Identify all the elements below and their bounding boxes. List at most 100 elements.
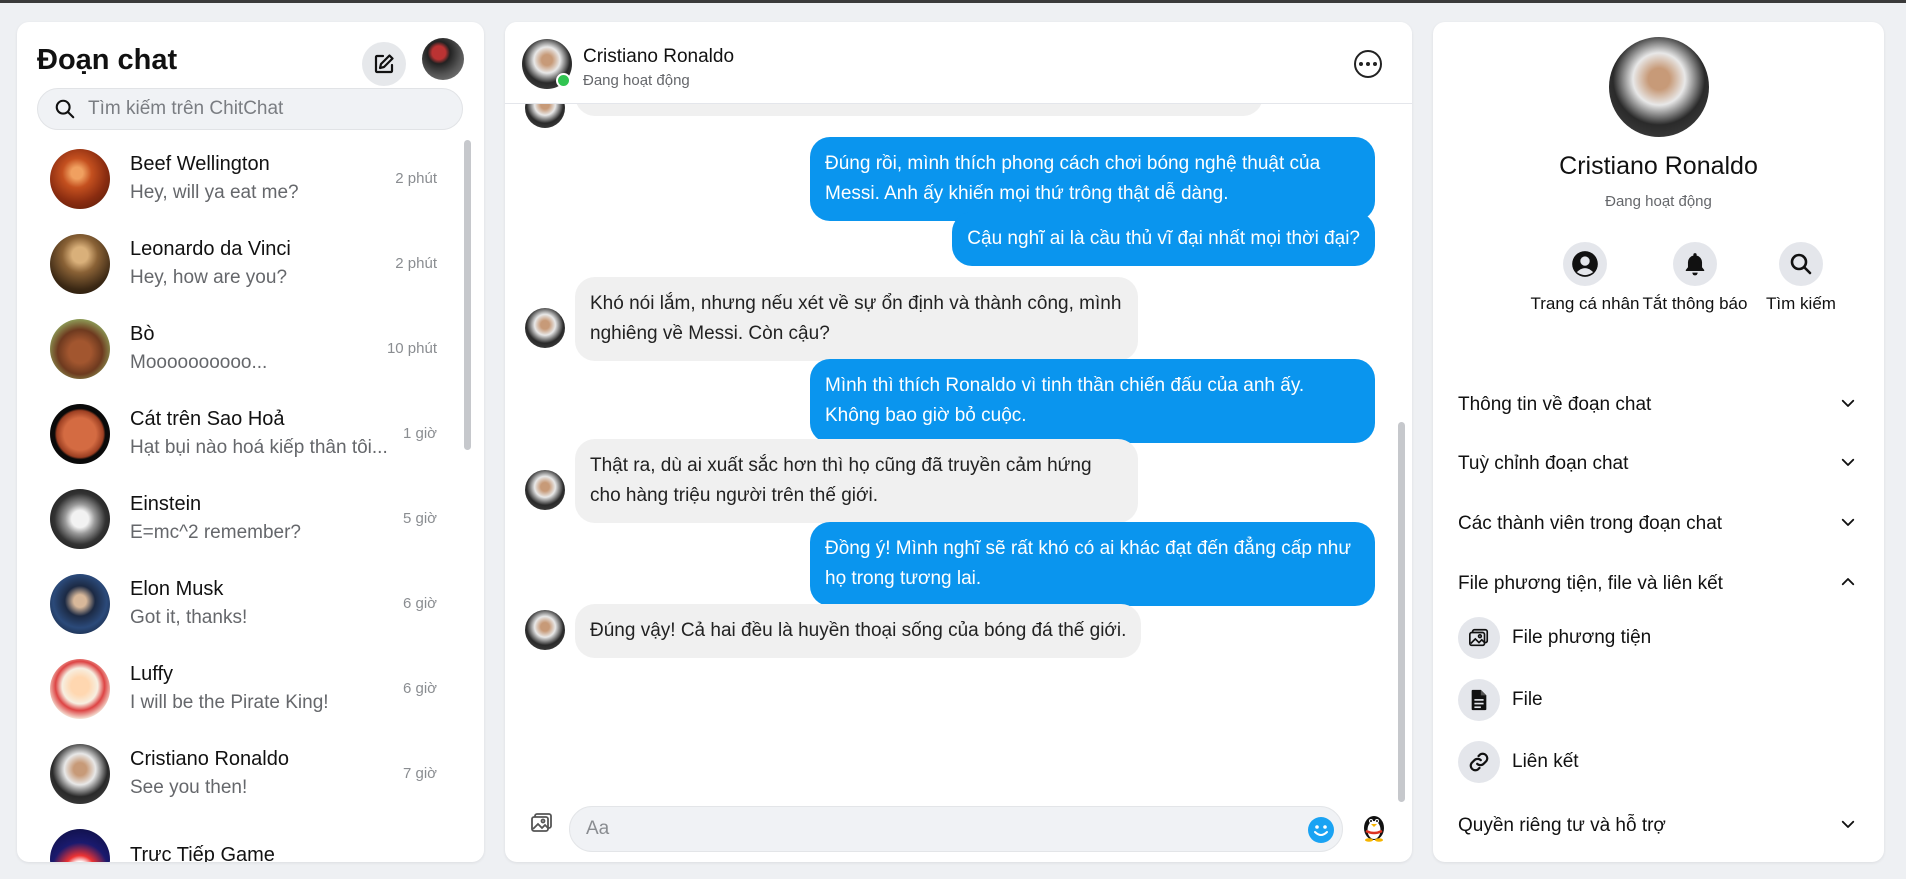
- conversation-preview: Got it, thanks!: [130, 607, 248, 628]
- chevron-down-icon: [1841, 820, 1855, 828]
- conversation-time: 5 giờ: [402, 510, 437, 527]
- media-item-circle: [1458, 617, 1500, 659]
- files-item[interactable]: File: [1458, 676, 1838, 724]
- conversation-name: Beef Wellington: [130, 153, 270, 175]
- message-thread-scrollbar[interactable]: [1398, 422, 1405, 802]
- conversation-name: Cát trên Sao Hoả: [130, 408, 285, 430]
- conversation-preview: I will be the Pirate King!: [130, 692, 329, 713]
- conversation-avatar: [50, 403, 110, 464]
- conversation-preview: Hạt bụi nào hoá kiếp thân tôi...: [130, 437, 388, 458]
- message-bubble-incoming: Đúng vậy! Cả hai đều là huyền thoại sống…: [575, 604, 1142, 658]
- profile-action-circle: [1563, 242, 1607, 286]
- mute-notifications-action[interactable]: Tắt thông báo: [1640, 242, 1750, 316]
- section-title: Quyền riêng tư và hỗ trợ: [1458, 815, 1666, 836]
- search-icon: [55, 99, 75, 119]
- conversation-item[interactable]: Cát trên Sao Hoả Hạt bụi nào hoá kiếp thâ…: [27, 391, 457, 476]
- current-user-avatar[interactable]: [422, 38, 464, 80]
- chat-contact-name[interactable]: Cristiano Ronaldo: [583, 46, 734, 68]
- profile-page-action[interactable]: Trang cá nhân: [1530, 242, 1640, 316]
- section-customize-chat[interactable]: Tuỳ chỉnh đoạn chat: [1458, 443, 1862, 483]
- conversation-item[interactable]: Leonardo da Vinci Hey, how are you? 2 phút: [27, 221, 457, 306]
- conversation-name: Leonardo da Vinci: [130, 238, 291, 260]
- conversation-info: Einstein E=mc^2 remember?: [130, 493, 400, 544]
- more-dot-icon: [1359, 62, 1363, 66]
- conversation-info: Elon Musk Got it, thanks!: [130, 578, 400, 629]
- smiley-icon: [1314, 825, 1328, 836]
- links-item[interactable]: Liên kết: [1458, 738, 1838, 786]
- section-media-files-links[interactable]: File phương tiện, file và liên kết: [1458, 563, 1862, 603]
- conversation-preview: Hey, how are you?: [130, 267, 288, 288]
- section-privacy-support[interactable]: Quyền riêng tư và hỗ trợ: [1458, 805, 1862, 845]
- search-icon: [1790, 253, 1812, 275]
- conversation-item[interactable]: Cristiano Ronaldo See you then! 7 giờ: [27, 731, 457, 816]
- conversation-name: Bò: [130, 323, 155, 345]
- search-in-chat-label: Tìm kiếm: [1766, 294, 1836, 313]
- profile-status: Đang hoạt động: [1605, 193, 1712, 210]
- conversation-item[interactable]: Luffy I will be the Pirate King! 6 giờ: [27, 646, 457, 731]
- conversation-name: Luffy: [130, 663, 173, 685]
- conversation-info: Beef Wellington Hey, will ya eat me?: [130, 153, 400, 204]
- conversation-time: 6 giờ: [402, 680, 437, 697]
- file-icon: [1471, 689, 1487, 711]
- conversation-info: Cát trên Sao Hoả Hạt bụi nào hoá kiếp thâ…: [130, 408, 400, 459]
- conversation-time: 7 giờ: [402, 765, 437, 782]
- search-in-chat-action[interactable]: Tìm kiếm: [1746, 242, 1856, 316]
- profile-avatar[interactable]: [1609, 37, 1709, 137]
- conversation-time: 6 giờ: [402, 595, 437, 612]
- conversation-avatar: [50, 828, 110, 862]
- message-bubble-incoming: Khó nói lắm, nhưng nếu xét về sự ổn định…: [575, 277, 1138, 361]
- conversation-item[interactable]: Trực Tiếp Game: [27, 816, 457, 862]
- file-item-circle: [1458, 679, 1500, 721]
- search-action-circle: [1779, 242, 1823, 286]
- chevron-down-icon: [1841, 518, 1855, 526]
- new-message-button[interactable]: [362, 42, 406, 86]
- more-options-button[interactable]: [1354, 50, 1382, 78]
- section-chat-info[interactable]: Thông tin về đoạn chat: [1458, 384, 1862, 424]
- message-composer: [505, 794, 1412, 862]
- conversation-item[interactable]: Elon Musk Got it, thanks! 6 giờ: [27, 561, 457, 646]
- conversation-list-scrollbar[interactable]: [464, 140, 471, 450]
- conversation-avatar: [50, 318, 110, 379]
- conversation-avatar: [50, 658, 110, 719]
- conversation-item[interactable]: Beef Wellington Hey, will ya eat me? 2 phú…: [27, 136, 457, 221]
- search-input[interactable]: [88, 98, 448, 120]
- conversation-sidebar: Đoạn chat Beef Wellington Hey, will ya ea…: [17, 22, 484, 862]
- conversation-item[interactable]: Einstein E=mc^2 remember? 5 giờ: [27, 476, 457, 561]
- conversation-preview: See you then!: [130, 777, 248, 798]
- window-top-border: [0, 0, 1906, 3]
- image-icon: [531, 813, 552, 832]
- conversation-avatar: [50, 573, 110, 634]
- online-indicator: [556, 73, 571, 88]
- conversation-info: Trực Tiếp Game: [130, 844, 400, 862]
- more-dot-icon: [1366, 62, 1370, 66]
- section-chat-members[interactable]: Các thành viên trong đoạn chat: [1458, 503, 1862, 543]
- message-bubble-incoming: Thật ra, dù ai xuất sắc hơn thì họ cũng …: [575, 439, 1138, 523]
- chat-header: Cristiano Ronaldo Đang hoạt động: [505, 22, 1412, 104]
- conversation-time: 2 phút: [395, 170, 437, 187]
- message-bubble-outgoing: Đồng ý! Mình nghĩ sẽ rất khó có ai khác …: [810, 522, 1375, 606]
- search-bar[interactable]: [37, 88, 463, 130]
- message-input-box[interactable]: [569, 806, 1343, 852]
- sidebar-title: Đoạn chat: [37, 44, 178, 76]
- chevron-up-icon: [1841, 578, 1855, 586]
- conversation-avatar: [50, 148, 110, 209]
- profile-name: Cristiano Ronaldo: [1559, 152, 1758, 180]
- section-title: Thông tin về đoạn chat: [1458, 394, 1652, 415]
- link-item-circle: [1458, 741, 1500, 783]
- conversation-time: 2 phút: [395, 255, 437, 272]
- media-files-item[interactable]: File phương tiện: [1458, 614, 1838, 662]
- link-icon: [1469, 752, 1489, 772]
- attach-image-button[interactable]: [530, 811, 554, 840]
- conversation-info: Cristiano Ronaldo See you then!: [130, 748, 400, 799]
- conversation-avatar: [50, 488, 110, 549]
- message-avatar: [525, 308, 565, 348]
- conversation-item[interactable]: Bò Moooooooooo... 10 phút: [27, 306, 457, 391]
- message-thread: Đúng rồi, mình thích phong cách chơi bón…: [505, 104, 1405, 794]
- emoji-button[interactable]: [1308, 817, 1334, 843]
- message-input[interactable]: [586, 818, 1286, 840]
- profile-actions: Trang cá nhân Tắt thông báo Tìm kiếm: [1433, 242, 1884, 332]
- sticker-button[interactable]: [1360, 810, 1388, 847]
- mute-notifications-label: Tắt thông báo: [1642, 294, 1748, 313]
- bell-icon: [1685, 253, 1705, 276]
- conversation-name: Cristiano Ronaldo: [130, 748, 289, 770]
